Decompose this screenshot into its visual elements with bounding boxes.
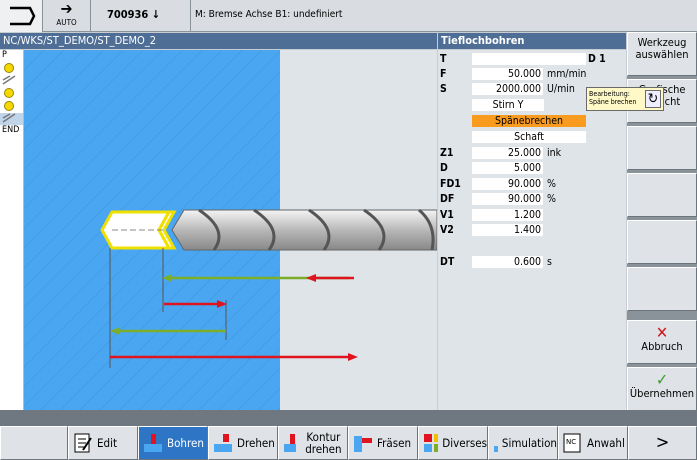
edit-icon <box>74 433 92 453</box>
softkey-accept[interactable]: ✓ Übernehmen <box>627 367 697 411</box>
dt-field[interactable]: 0.600 <box>472 256 543 268</box>
block-item[interactable] <box>0 101 23 113</box>
block-item[interactable] <box>0 88 23 100</box>
softkey-turning[interactable]: Drehen <box>208 426 278 460</box>
block-item[interactable] <box>0 75 23 87</box>
fd1-field[interactable]: 90.000 <box>472 178 543 190</box>
v1-field[interactable]: 1.200 <box>472 209 543 221</box>
block-item[interactable] <box>0 63 23 75</box>
param-row-t: T D 1 <box>440 53 606 65</box>
softkey-select-tool[interactable]: Werkzeug auswählen <box>627 32 697 76</box>
drill-pattern-icon <box>2 75 16 85</box>
softkey-empty-4[interactable] <box>627 173 697 217</box>
param-row-v2: V2 1.400 <box>440 224 543 236</box>
speed-field[interactable]: 2000.000 <box>472 83 543 95</box>
df-field[interactable]: 90.000 <box>472 193 543 205</box>
auto-mode-icon: ➔ <box>60 0 73 18</box>
softkey-empty-5[interactable] <box>627 220 697 264</box>
simulation-icon <box>494 446 498 452</box>
status-bar: ➔ AUTO 700936 ↓ M: Bremse Achse B1: unde… <box>0 0 697 32</box>
softkey-empty-left[interactable] <box>0 426 68 460</box>
drill-pattern-icon <box>2 113 16 123</box>
check-icon <box>4 88 14 98</box>
help-graphic <box>24 50 437 410</box>
back-arrow-icon <box>10 6 36 26</box>
alarm-message: M: Bremse Achse B1: undefiniert <box>195 9 343 20</box>
check-icon <box>4 63 14 73</box>
program-marker: ↓ <box>151 8 161 21</box>
softkey-next[interactable]: > <box>628 426 697 460</box>
block-item-end[interactable]: END <box>0 125 23 137</box>
machining-select[interactable]: Spänebrechen <box>472 115 586 127</box>
param-row-d: D 5.000 <box>440 162 543 174</box>
d-number: D 1 <box>588 53 606 65</box>
program-path: NC/WKS/ST_DEMO/ST_DEMO_2 <box>0 33 437 49</box>
param-row-f: F 50.000 mm/min <box>440 68 587 80</box>
softkey-drilling[interactable]: Bohren <box>138 426 208 460</box>
accept-icon: ✓ <box>655 370 669 389</box>
param-row-dt: DT 0.600 s <box>440 256 552 268</box>
deep-hole-drilling-diagram <box>24 50 437 410</box>
reference-select[interactable]: Schaft <box>472 131 586 143</box>
softkey-empty-3[interactable] <box>627 126 697 170</box>
softkey-edit[interactable]: Edit <box>68 426 138 460</box>
feed-field[interactable]: 50.000 <box>472 68 543 80</box>
tooltip: Bearbeitung: Späne brechen ↻ <box>586 87 664 111</box>
back-button[interactable] <box>0 0 43 32</box>
program-number: 700936 <box>107 8 149 21</box>
program-name: 700936 ↓ <box>91 0 191 32</box>
drill-icon <box>144 434 162 452</box>
turn-icon <box>214 434 232 452</box>
param-row-reference: Schaft <box>438 131 626 144</box>
block-item-selected[interactable] <box>0 113 23 125</box>
d-field[interactable]: 5.000 <box>472 162 543 174</box>
form-title: Tieflochbohren <box>438 33 626 49</box>
nc-select-icon: NC <box>563 433 581 453</box>
softkey-contour-turning[interactable]: Kontur drehen <box>278 426 348 460</box>
v2-field[interactable]: 1.400 <box>472 224 543 236</box>
param-row-fd1: FD1 90.000 % <box>440 178 556 190</box>
cancel-icon: ✕ <box>655 323 669 342</box>
softkey-cancel[interactable]: ✕ Abbruch <box>627 320 697 364</box>
softkey-empty-6[interactable] <box>627 267 697 311</box>
z1-field[interactable]: 25.000 <box>472 147 543 159</box>
toggle-icon[interactable]: ↻ <box>645 90 661 108</box>
mill-icon <box>354 436 372 452</box>
svg-text:NC: NC <box>566 438 576 446</box>
param-row-z1: Z1 25.000 ink <box>440 147 562 159</box>
block-list[interactable]: P END <box>0 50 24 410</box>
softkey-milling[interactable]: Fräsen <box>348 426 418 460</box>
drill-tool-icon <box>171 208 437 251</box>
contour-turn-icon <box>284 434 296 452</box>
block-item-program[interactable]: P <box>0 50 23 62</box>
softkey-misc[interactable]: Diverses <box>418 426 488 460</box>
mode-label: AUTO <box>56 18 77 27</box>
softkey-select-program[interactable]: NC Anwahl <box>558 426 628 460</box>
plane-select[interactable]: Stirn Y <box>472 99 544 111</box>
param-row-machining: Spänebrechen <box>438 115 626 128</box>
tool-field[interactable] <box>472 53 586 65</box>
check-icon <box>4 101 14 111</box>
param-row-v1: V1 1.200 <box>440 209 543 221</box>
misc-icon <box>424 434 439 452</box>
softkey-simulation[interactable]: Simulation <box>488 426 558 460</box>
param-row-df: DF 90.000 % <box>440 193 556 205</box>
mode-indicator: ➔ AUTO <box>43 0 91 32</box>
